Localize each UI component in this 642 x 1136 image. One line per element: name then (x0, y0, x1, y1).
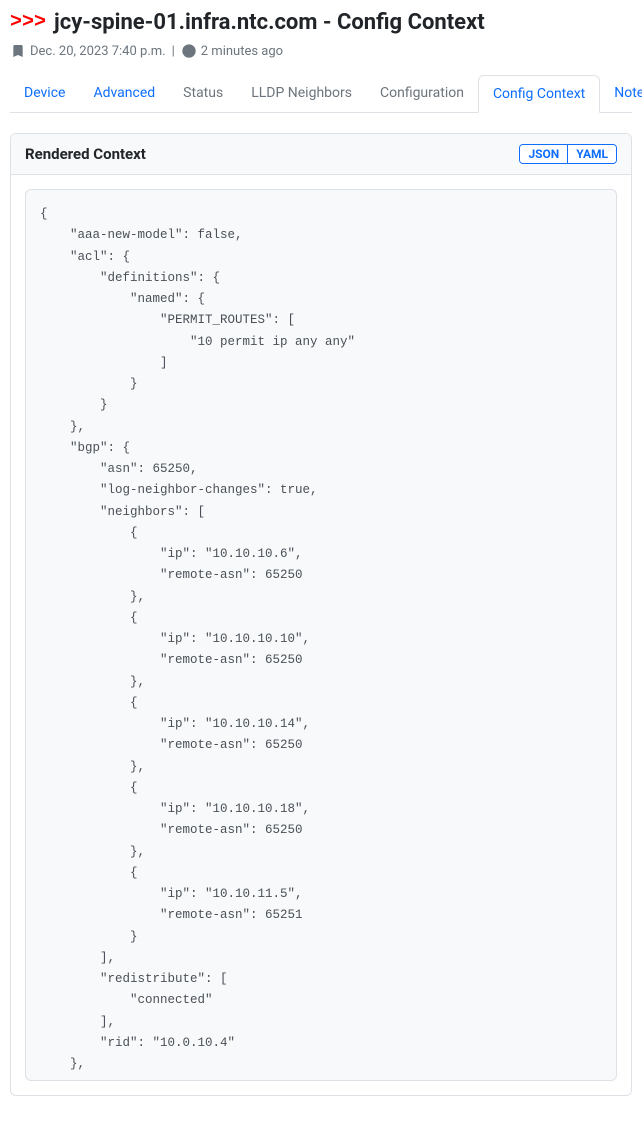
tab-status[interactable]: Status (169, 75, 237, 112)
tab-advanced[interactable]: Advanced (79, 75, 169, 112)
page-title: jcy-spine-01.infra.ntc.com - Config Cont… (54, 10, 485, 35)
card-body: { "aaa-new-model": false, "acl": { "defi… (11, 175, 631, 1095)
tab-configuration[interactable]: Configuration (366, 75, 478, 112)
tab-notes[interactable]: Notes (600, 75, 642, 112)
rendered-json-block: { "aaa-new-model": false, "acl": { "defi… (25, 189, 617, 1081)
bookmark-icon (10, 43, 26, 59)
tab-config-context[interactable]: Config Context (478, 75, 600, 113)
format-toggle-group: JSON YAML (519, 144, 617, 164)
card-title: Rendered Context (25, 145, 146, 163)
tab-bar: Device Advanced Status LLDP Neighbors Co… (10, 75, 632, 113)
meta-bar: Dec. 20, 2023 7:40 p.m. | 2 minutes ago (10, 43, 632, 59)
prompt-icon: >>> (10, 11, 46, 34)
clock-icon (181, 43, 197, 59)
meta-separator: | (172, 44, 175, 59)
card-header: Rendered Context JSON YAML (11, 134, 631, 175)
relative-time: 2 minutes ago (201, 44, 283, 59)
created-date: Dec. 20, 2023 7:40 p.m. (30, 44, 166, 59)
yaml-button[interactable]: YAML (567, 145, 616, 163)
page-header: >>> jcy-spine-01.infra.ntc.com - Config … (10, 10, 632, 35)
tab-lldp-neighbors[interactable]: LLDP Neighbors (237, 75, 366, 112)
rendered-context-card: Rendered Context JSON YAML { "aaa-new-mo… (10, 133, 632, 1096)
tab-device[interactable]: Device (10, 75, 79, 112)
json-button[interactable]: JSON (520, 145, 567, 163)
